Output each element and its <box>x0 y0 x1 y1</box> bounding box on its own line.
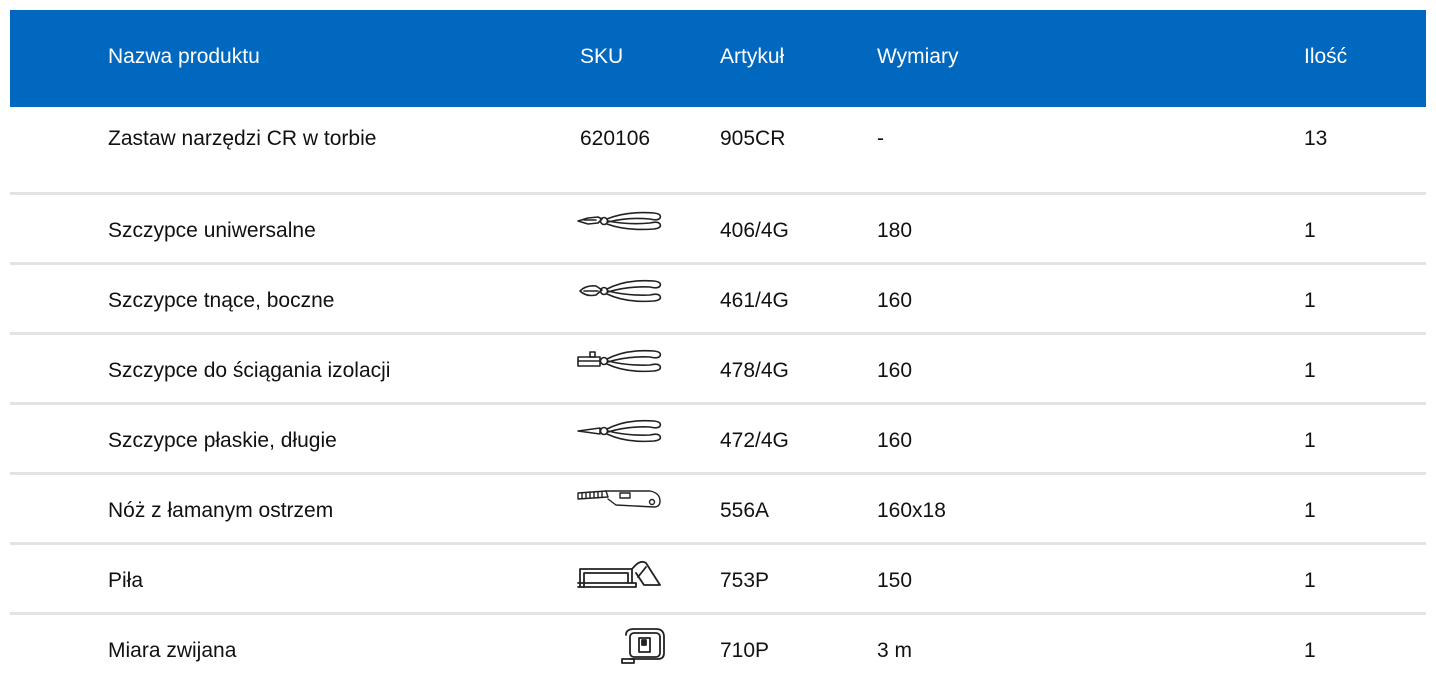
snap-off-knife-icon <box>576 485 666 525</box>
table-row: Nóż z łamanym ostrzem 556A 160x18 1 <box>10 475 1426 545</box>
product-name: Nóż z łamanym ostrzem <box>108 499 334 522</box>
product-dimensions: 180 <box>877 219 913 242</box>
table-row: Szczypce uniwersalne 406/4G 180 1 <box>10 195 1426 265</box>
product-quantity: 1 <box>1304 219 1316 242</box>
product-name: Miara zwijana <box>108 639 237 662</box>
product-article: 406/4G <box>720 219 789 242</box>
product-article: 478/4G <box>720 359 789 382</box>
header-dimensions: Wymiary <box>877 45 959 68</box>
product-name: Zastaw narzędzi CR w torbie <box>108 127 377 150</box>
combination-pliers-icon <box>576 205 666 245</box>
product-quantity: 1 <box>1304 289 1316 312</box>
product-dimensions: 160 <box>877 359 913 382</box>
table-row: Miara zwijana 710P 3 m 1 <box>10 615 1426 682</box>
product-quantity: 1 <box>1304 429 1316 452</box>
product-quantity: 1 <box>1304 569 1316 592</box>
product-name: Szczypce płaskie, długie <box>108 429 337 452</box>
header-article: Artykuł <box>720 45 785 68</box>
product-name: Szczypce tnące, boczne <box>108 289 335 312</box>
product-article: 753P <box>720 569 770 592</box>
product-dimensions: 3 m <box>877 639 913 662</box>
product-sku: 620106 <box>580 127 651 150</box>
product-article: 461/4G <box>720 289 789 312</box>
hacksaw-icon <box>576 555 666 595</box>
table-row: Piła 753P 150 1 <box>10 545 1426 615</box>
product-dimensions: - <box>877 127 884 150</box>
product-article: 905CR <box>720 127 786 150</box>
product-dimensions: 160 <box>877 429 913 452</box>
product-table: Nazwa produktu SKU Artykuł Wymiary Ilość… <box>10 10 1426 682</box>
product-quantity: 1 <box>1304 639 1316 662</box>
product-article: 710P <box>720 639 770 662</box>
table-row: Szczypce tnące, boczne 461/4G 160 1 <box>10 265 1426 335</box>
table-row: Szczypce płaskie, długie 472/4G 160 1 <box>10 405 1426 475</box>
table-row: Zastaw narzędzi CR w torbie 620106 905CR… <box>10 107 1426 195</box>
product-dimensions: 160 <box>877 289 913 312</box>
product-article: 556A <box>720 499 770 522</box>
product-name: Szczypce uniwersalne <box>108 219 316 242</box>
product-quantity: 1 <box>1304 499 1316 522</box>
header-quantity: Ilość <box>1304 45 1348 68</box>
table-row: Szczypce do ściągania izolacji 478/4G 16… <box>10 335 1426 405</box>
table-header: Nazwa produktu SKU Artykuł Wymiary Ilość <box>10 10 1426 107</box>
long-nose-pliers-icon <box>576 415 666 455</box>
product-dimensions: 160x18 <box>877 499 946 522</box>
product-name: Szczypce do ściągania izolacji <box>108 359 391 382</box>
header-name: Nazwa produktu <box>108 45 260 68</box>
wire-stripper-icon <box>576 345 666 385</box>
product-quantity: 13 <box>1304 127 1328 150</box>
header-sku: SKU <box>580 45 624 68</box>
product-quantity: 1 <box>1304 359 1316 382</box>
product-name: Piła <box>108 569 144 592</box>
side-cutters-icon <box>576 275 666 315</box>
product-dimensions: 150 <box>877 569 913 592</box>
product-article: 472/4G <box>720 429 789 452</box>
tape-measure-icon <box>576 625 666 665</box>
